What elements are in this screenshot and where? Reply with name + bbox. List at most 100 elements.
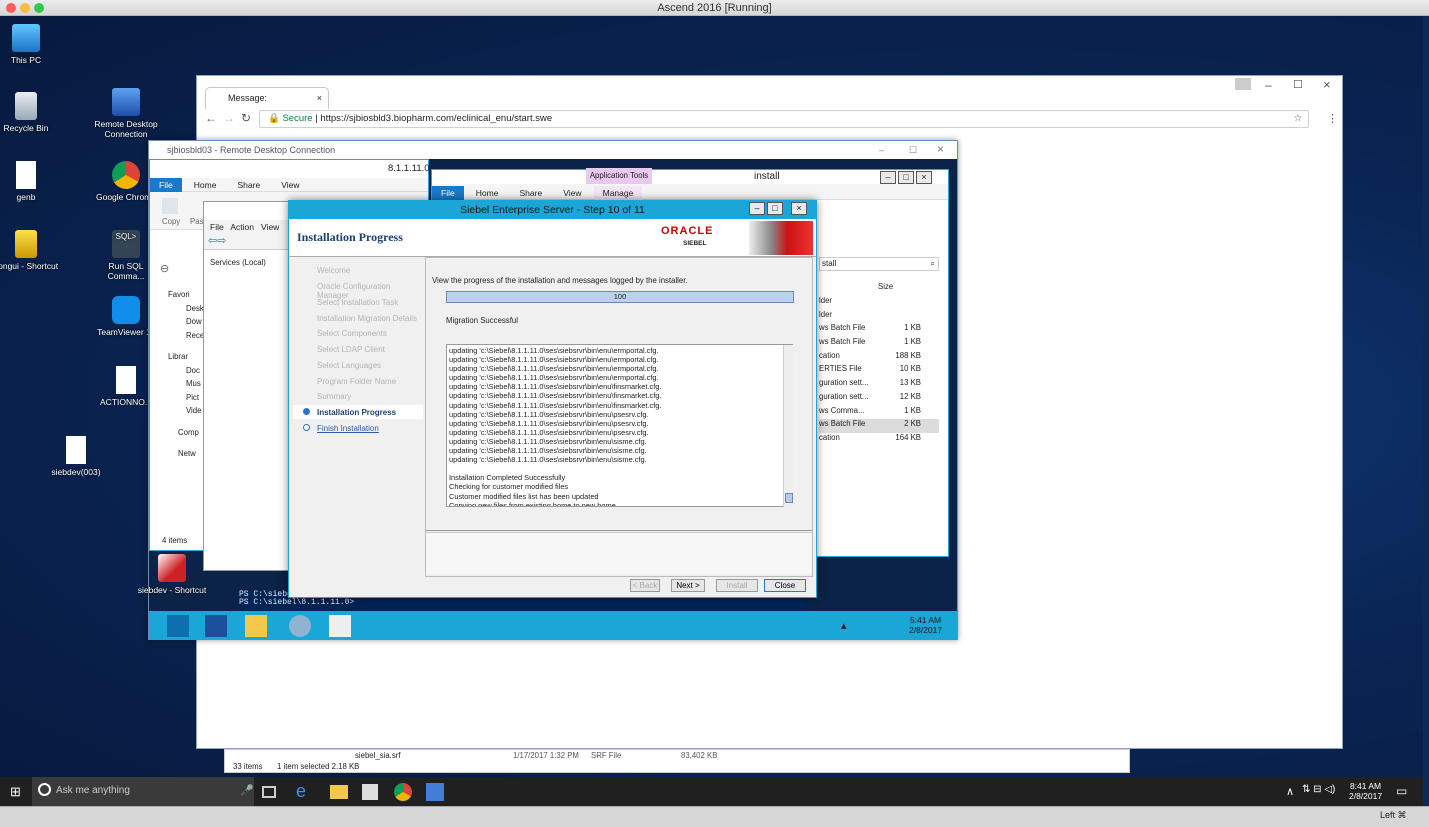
maximize-icon[interactable]: ☐ — [1293, 78, 1303, 91]
maximize-icon[interactable]: ☐ — [909, 141, 917, 159]
ribbon-tab-view[interactable]: View — [554, 186, 590, 200]
desktop-icon-remote-desktop[interactable]: Remote Desktop Connection — [91, 88, 161, 139]
installer-header: Installation Progress ORACLE SIEBEL — [289, 219, 816, 257]
close-icon[interactable]: × — [916, 171, 932, 184]
desktop-icon-genb[interactable]: genb — [0, 161, 61, 202]
install-button[interactable]: Install — [716, 579, 758, 592]
back-icon[interactable]: ⇦ — [204, 235, 217, 247]
desktop-icon-siebdev-shortcut[interactable]: siebdev - Shortcut — [137, 554, 207, 595]
log-line: updating 'c:\Siebel\8.1.1.11.0\ses\siebs… — [449, 373, 659, 383]
forward-icon[interactable]: → — [223, 111, 235, 125]
windows-start-icon[interactable]: ⊞ — [10, 784, 21, 800]
installer-log[interactable]: updating 'c:\Siebel\8.1.1.11.0\ses\siebs… — [446, 344, 793, 507]
minimize-icon[interactable] — [20, 3, 30, 13]
file-explorer-icon[interactable] — [330, 785, 348, 799]
list-item[interactable]: ws Batch File 2 KB — [819, 419, 939, 433]
ribbon-tab-share[interactable]: Share — [511, 186, 552, 200]
close-icon[interactable] — [6, 3, 16, 13]
list-item[interactable]: guration sett... 12 KB — [819, 392, 939, 406]
scroll-thumb[interactable] — [785, 493, 793, 503]
ribbon-tab-manage[interactable]: Manage — [593, 186, 643, 200]
search-input[interactable]: stall ⌕ — [819, 257, 939, 271]
list-item[interactable]: cation 164 KB — [819, 433, 939, 447]
close-button[interactable]: Close — [764, 579, 806, 592]
bookmark-star-icon[interactable]: ☆ — [1293, 111, 1302, 127]
ribbon-tab-file[interactable]: File — [150, 178, 182, 192]
chrome-icon[interactable] — [394, 783, 412, 801]
tray-arrow-icon[interactable]: ∧ — [1286, 785, 1294, 798]
menu-view[interactable]: View — [261, 222, 279, 232]
current-step-icon — [303, 408, 310, 415]
server-manager-icon[interactable] — [167, 615, 189, 637]
close-tab-icon[interactable]: × — [317, 88, 322, 108]
rdc-clock[interactable]: 5:41 AM 2/8/2017 — [909, 615, 942, 635]
teamviewer-icon — [112, 296, 140, 324]
list-item[interactable]: lder — [819, 296, 939, 310]
ribbon-tab-home[interactable]: Home — [185, 178, 226, 192]
list-item[interactable]: ws Batch File 1 KB — [819, 337, 939, 351]
zoom-icon[interactable] — [34, 3, 44, 13]
forward-icon[interactable]: ⇨ — [217, 235, 226, 247]
address-bar[interactable]: 🔒 Secure | https://sjbiosbld3.biopharm.c… — [259, 110, 1309, 128]
tray-icons[interactable]: ⇅ ⊟ ◁) — [1302, 784, 1335, 795]
java-installer-icon[interactable] — [329, 615, 351, 637]
microphone-icon[interactable]: 🎤 — [240, 784, 254, 797]
ribbon-tab-home[interactable]: Home — [467, 186, 508, 200]
close-icon[interactable]: × — [791, 202, 807, 215]
list-item[interactable]: lder — [819, 310, 939, 324]
list-item[interactable]: ERTIES File 10 KB — [819, 364, 939, 378]
column-header-size[interactable]: Size — [878, 282, 893, 291]
ribbon-tab-file[interactable]: File — [432, 186, 464, 200]
menu-file[interactable]: File — [210, 222, 224, 232]
maximize-icon[interactable]: □ — [767, 202, 783, 215]
minimize-icon[interactable]: – — [879, 141, 884, 159]
file-explorer-icon[interactable] — [245, 615, 267, 637]
desktop-icon-vpngui[interactable]: vpngui - Shortcut — [0, 230, 61, 271]
list-item[interactable]: cation 188 KB — [819, 351, 939, 365]
desktop-icon-recycle-bin[interactable]: Recycle Bin — [0, 92, 61, 133]
close-icon[interactable]: × — [937, 140, 944, 158]
close-icon[interactable]: × — [1323, 77, 1331, 92]
log-line: Copying new files from existing home to … — [449, 500, 616, 507]
list-item[interactable]: guration sett... 13 KB — [819, 378, 939, 392]
settings-gear-icon[interactable] — [289, 615, 311, 637]
progress-bar: 100 — [446, 291, 794, 303]
desktop-icon-siebdev[interactable]: siebdev(003) — [41, 436, 111, 477]
profile-icon[interactable] — [1235, 78, 1251, 90]
recycle-bin-icon — [15, 92, 37, 120]
list-item[interactable]: ws Comma... 1 KB — [819, 406, 939, 420]
powershell-icon[interactable] — [205, 615, 227, 637]
minimize-icon[interactable]: – — [1265, 78, 1272, 92]
tray-arrow-icon[interactable]: ▴ — [841, 619, 847, 632]
action-center-icon[interactable]: ▭ — [1396, 784, 1407, 798]
menu-icon[interactable]: ⋮ — [1327, 112, 1338, 125]
minimize-icon[interactable]: – — [749, 202, 765, 215]
ribbon-tab-share[interactable]: Share — [229, 178, 270, 192]
services-local-node[interactable]: Services (Local) — [210, 258, 266, 267]
edge-icon[interactable]: e — [296, 781, 318, 803]
step-list: Welcome Oracle Configuration Manager Sel… — [293, 259, 423, 439]
desktop-icon-this-pc[interactable]: This PC — [0, 24, 61, 65]
ribbon-tab-view[interactable]: View — [272, 178, 308, 192]
cortana-search[interactable]: Ask me anything 🎤 — [32, 777, 254, 806]
back-icon[interactable]: ⊖ — [160, 262, 169, 275]
next-button[interactable]: Next > — [671, 579, 705, 592]
step-finish[interactable]: Finish Installation — [317, 424, 379, 433]
reload-icon[interactable]: ↻ — [241, 111, 251, 125]
taskbar-clock[interactable]: 8:41 AM 2/8/2017 — [1349, 781, 1382, 801]
menu-action[interactable]: Action — [230, 222, 254, 232]
store-icon[interactable] — [362, 784, 378, 800]
outer-explorer-status: 33 items 1 item selected 2.18 KB siebel_… — [224, 749, 1130, 773]
chrome-icon — [112, 161, 140, 189]
log-scrollbar[interactable] — [783, 345, 793, 507]
maximize-icon[interactable]: □ — [898, 171, 914, 184]
back-button[interactable]: < Back — [630, 579, 660, 592]
minimize-icon[interactable]: – — [880, 171, 896, 184]
list-item[interactable]: ws Batch File 1 KB — [819, 323, 939, 337]
remote-desktop-icon[interactable] — [426, 783, 444, 801]
copy-icon[interactable] — [162, 198, 178, 214]
back-icon[interactable]: ← — [205, 111, 217, 125]
file-list: lder lder ws Batch File 1 KB ws Batch Fil… — [819, 296, 939, 447]
browser-tab[interactable]: Message: × — [205, 87, 329, 109]
task-view-icon[interactable] — [262, 786, 276, 798]
